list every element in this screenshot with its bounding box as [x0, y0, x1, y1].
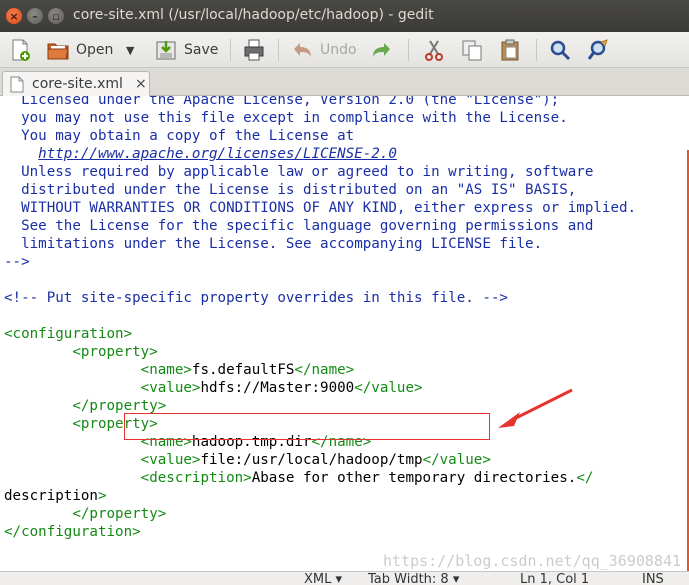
- code-line: -->: [4, 254, 30, 270]
- code-content[interactable]: Licensed under the Apache License, Versi…: [4, 96, 636, 541]
- language-selector[interactable]: XML ▾: [304, 573, 342, 585]
- redo-arrow-icon: [373, 43, 390, 57]
- toolbar-separator: [230, 39, 231, 61]
- replace-button[interactable]: [586, 36, 610, 64]
- title-bar: × – ▫ core-site.xml (/usr/local/hadoop/e…: [0, 0, 689, 32]
- toolbar-separator: [536, 39, 537, 61]
- file-icon: [10, 76, 24, 92]
- maximize-icon[interactable]: ▫: [48, 8, 64, 24]
- code-line: WITHOUT WARRANTIES OR CONDITIONS OF ANY …: [4, 200, 637, 216]
- clipboard-icon: [501, 39, 519, 61]
- text-editor[interactable]: Licensed under the Apache License, Versi…: [0, 96, 689, 571]
- chevron-down-icon: ▼: [126, 43, 135, 57]
- code-line: http://www.apache.org/licenses/LICENSE-2…: [4, 145, 636, 163]
- code-line: ​: [4, 307, 636, 325]
- code-line: <description>Abase for other temporary d…: [140, 470, 594, 486]
- tab-width-selector[interactable]: Tab Width: 8 ▾: [368, 573, 459, 585]
- search-button[interactable]: [548, 36, 572, 64]
- cut-button[interactable]: [422, 36, 446, 64]
- paste-button[interactable]: [498, 36, 522, 64]
- open-folder-icon: [47, 43, 69, 60]
- insert-mode: INS: [642, 572, 664, 585]
- code-line: <name>fs.defaultFS</name>: [140, 362, 355, 378]
- code-line: You may obtain a copy of the License at: [4, 128, 355, 144]
- undo-label: Undo: [320, 42, 357, 58]
- code-line: ​: [4, 271, 636, 289]
- toolbar-separator: [408, 39, 409, 61]
- code-line: limitations under the License. See accom…: [4, 236, 543, 252]
- code-line: <configuration>: [4, 326, 133, 342]
- new-document-icon: [12, 39, 30, 61]
- cursor-position: Ln 1, Col 1: [520, 572, 590, 585]
- code-line: <value>file:/usr/local/hadoop/tmp</value…: [140, 452, 491, 468]
- save-label: Save: [184, 42, 219, 58]
- print-button[interactable]: [242, 36, 266, 64]
- scissors-icon: [425, 40, 443, 61]
- save-icon: [156, 41, 176, 60]
- red-arrow-annotation: [498, 388, 573, 428]
- open-label: Open: [76, 42, 114, 58]
- license-link: http://www.apache.org/licenses/LICENSE-2…: [38, 146, 397, 162]
- minimize-icon[interactable]: –: [27, 8, 43, 24]
- watermark: https://blog.csdn.net/qq_36908841: [382, 552, 681, 570]
- undo-button[interactable]: Undo: [290, 36, 357, 64]
- copy-icon: [462, 40, 482, 61]
- code-line: </property>: [72, 506, 167, 522]
- code-line: Licensed under the Apache License, Versi…: [4, 96, 560, 108]
- status-bar: XML ▾ Tab Width: 8 ▾ Ln 1, Col 1 INS: [0, 571, 689, 585]
- close-icon[interactable]: ×: [6, 8, 22, 24]
- open-button[interactable]: Open: [46, 36, 113, 64]
- search-replace-icon: [587, 39, 608, 60]
- code-line: distributed under the License is distrib…: [4, 182, 577, 198]
- new-document-button[interactable]: [8, 36, 32, 64]
- highlight-box: [124, 413, 490, 440]
- toolbar-separator: [278, 39, 279, 61]
- code-line: description>: [4, 488, 107, 504]
- tab-bar: core-site.xml ×: [0, 68, 689, 96]
- print-icon: [244, 39, 264, 61]
- tab-label: core-site.xml: [32, 76, 123, 92]
- code-line: you may not use this file except in comp…: [4, 110, 568, 126]
- code-line: </configuration>: [4, 524, 141, 540]
- redo-button[interactable]: [370, 36, 394, 64]
- code-line: Unless required by applicable law or agr…: [4, 164, 594, 180]
- tab-core-site-xml[interactable]: core-site.xml ×: [2, 71, 150, 96]
- search-icon: [550, 40, 571, 61]
- open-recent-dropdown[interactable]: ▼: [126, 36, 134, 64]
- tab-close-icon[interactable]: ×: [135, 76, 147, 92]
- window-title: core-site.xml (/usr/local/hadoop/etc/had…: [73, 7, 434, 23]
- code-line: See the License for the specific languag…: [4, 218, 594, 234]
- undo-arrow-icon: [294, 43, 311, 57]
- toolbar: Open ▼ Save Undo: [0, 32, 689, 68]
- code-line: <!-- Put site-specific property override…: [4, 290, 508, 306]
- copy-button[interactable]: [460, 36, 484, 64]
- save-button[interactable]: Save: [154, 36, 218, 64]
- code-line: <property>: [72, 344, 158, 360]
